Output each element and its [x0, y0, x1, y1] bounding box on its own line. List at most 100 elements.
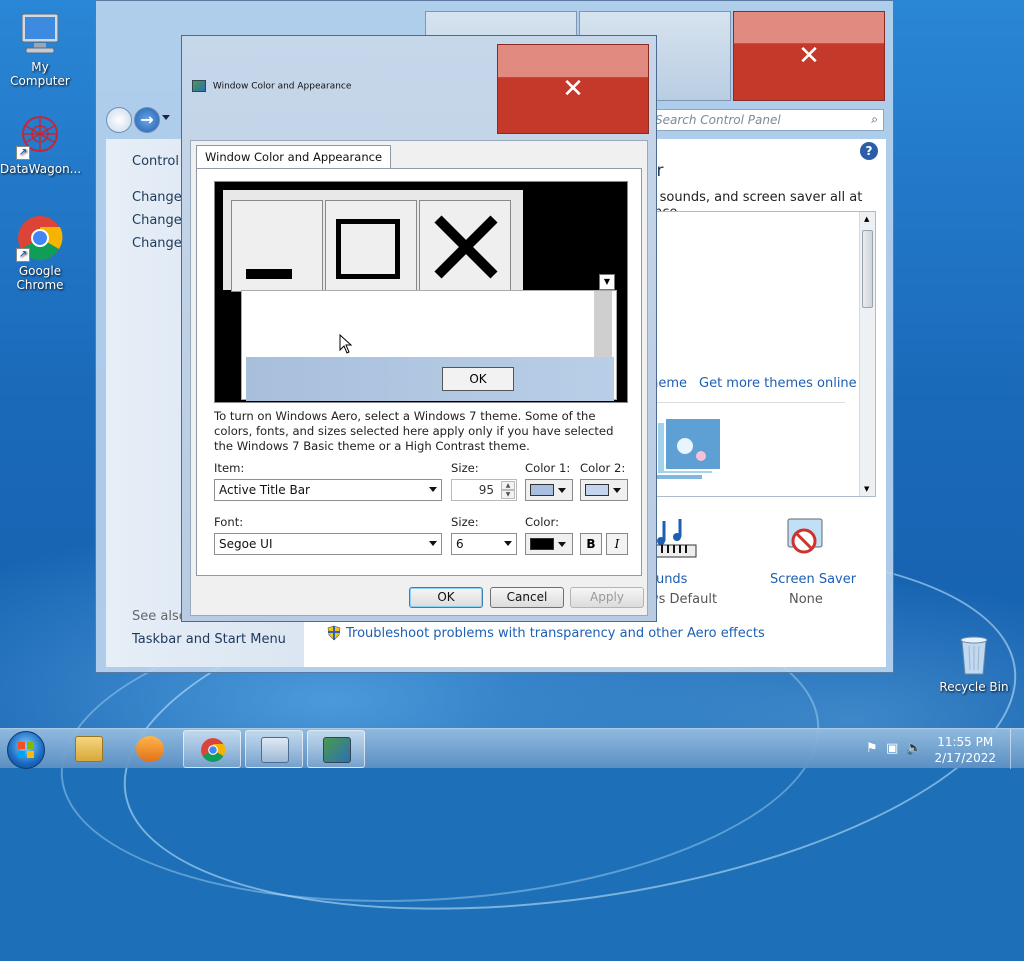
- taskbar-start-menu-link[interactable]: Taskbar and Start Menu: [132, 632, 286, 647]
- network-icon[interactable]: ▣: [886, 741, 898, 756]
- help-icon[interactable]: ?: [860, 142, 878, 160]
- font-select[interactable]: Segoe UI: [214, 533, 442, 555]
- chrome-icon: ↗: [16, 214, 64, 262]
- scroll-up-icon[interactable]: ▲: [864, 215, 869, 223]
- forward-button[interactable]: →: [134, 107, 160, 133]
- sounds-icon[interactable]: [655, 515, 700, 559]
- ok-button[interactable]: OK: [409, 587, 483, 608]
- datawagon-icon: ↗: [16, 112, 64, 160]
- preview-maximize-button[interactable]: [325, 200, 417, 292]
- display-settings-icon: [192, 80, 206, 92]
- my-computer-label: My Computer: [10, 60, 70, 88]
- clock[interactable]: 11:55 PM 2/17/2022: [934, 734, 996, 766]
- forward-arrow-icon: →: [140, 110, 154, 129]
- back-button[interactable]: [106, 107, 132, 133]
- theme-list-scrollbar[interactable]: ▲ ▼: [859, 212, 875, 496]
- screen-saver-icon[interactable]: [782, 515, 830, 563]
- cancel-button[interactable]: Cancel: [490, 587, 564, 608]
- font-size-select[interactable]: 6: [451, 533, 517, 555]
- maximize-icon: [336, 219, 400, 279]
- troubleshoot-aero-link[interactable]: Troubleshoot problems with transparency …: [346, 626, 765, 641]
- taskbar-explorer-button[interactable]: [60, 730, 118, 768]
- search-input[interactable]: Search Control Panel ⌕: [648, 109, 884, 131]
- preview-dropdown-icon: ▼: [599, 274, 615, 290]
- recent-pages-dropdown-icon[interactable]: [162, 115, 170, 120]
- volume-icon[interactable]: 🔈: [906, 741, 922, 756]
- chevron-down-icon: [613, 488, 621, 493]
- font-value: Segoe UI: [219, 537, 273, 551]
- font-label: Font:: [214, 515, 244, 529]
- spin-up-icon[interactable]: ▲: [501, 481, 515, 490]
- get-more-themes-link[interactable]: Get more themes online: [699, 376, 857, 391]
- computer-icon: [16, 10, 64, 58]
- preview-ok-button[interactable]: OK: [442, 367, 514, 391]
- shield-icon: [326, 625, 342, 641]
- system-tray: ⚑ ▣ 🔈 11:55 PM 2/17/2022: [854, 729, 1024, 769]
- google-chrome-label: Google Chrome: [16, 264, 64, 292]
- color2-picker[interactable]: [580, 479, 628, 501]
- chevron-down-icon: [504, 541, 512, 546]
- spin-down-icon[interactable]: ▼: [501, 490, 515, 499]
- search-icon[interactable]: ⌕: [871, 112, 878, 127]
- item-label: Item:: [214, 461, 245, 475]
- clock-time: 11:55 PM: [937, 735, 994, 749]
- google-chrome-desktop-icon[interactable]: ↗ Google Chrome: [0, 214, 80, 292]
- font-size-label: Size:: [451, 515, 479, 529]
- color2-label: Color 2:: [580, 461, 626, 475]
- control-panel-icon: [261, 737, 289, 763]
- theme-list[interactable]: ▲ ▼ theme Get more themes online: [644, 211, 876, 497]
- theme-thumbnail[interactable]: [645, 416, 725, 492]
- size-spinner[interactable]: 95 ▲ ▼: [451, 479, 517, 501]
- clock-date: 2/17/2022: [934, 751, 996, 765]
- dialog-title: Window Color and Appearance: [192, 80, 351, 92]
- chevron-down-icon: [429, 541, 437, 546]
- scroll-down-icon[interactable]: ▼: [864, 485, 869, 493]
- size-value: 95: [478, 483, 494, 497]
- preview-window[interactable]: OK: [241, 290, 617, 401]
- preview-message-box[interactable]: OK: [246, 357, 614, 401]
- sounds-value: ws Default: [648, 592, 718, 607]
- datawagon-desktop-icon[interactable]: ↗ DataWagon...: [0, 112, 81, 176]
- chevron-down-icon: [429, 487, 437, 492]
- divider: [645, 402, 845, 403]
- preview-minimize-button[interactable]: [231, 200, 323, 292]
- recycle-bin-label: Recycle Bin: [939, 680, 1009, 694]
- media-player-icon: [136, 736, 164, 762]
- shortcut-arrow-icon: ↗: [16, 146, 30, 160]
- bold-button[interactable]: B: [580, 533, 602, 555]
- my-computer-desktop-icon[interactable]: My Computer: [0, 10, 80, 88]
- show-desktop-button[interactable]: [1010, 729, 1024, 769]
- apply-button[interactable]: Apply: [570, 587, 644, 608]
- dialog-close-button[interactable]: ✕: [497, 44, 649, 134]
- italic-button[interactable]: I: [606, 533, 628, 555]
- preview-close-button[interactable]: [419, 200, 511, 292]
- taskbar: ⚑ ▣ 🔈 11:55 PM 2/17/2022: [0, 728, 1024, 769]
- action-center-icon[interactable]: ⚑: [866, 741, 878, 756]
- see-also-heading: See also: [132, 609, 187, 624]
- taskbar-chrome-button[interactable]: [183, 730, 241, 768]
- screen-saver-link[interactable]: Screen Saver: [770, 572, 856, 587]
- appearance-preview[interactable]: ▼ OK: [214, 181, 628, 403]
- minimize-icon: [246, 269, 292, 279]
- recycle-bin-desktop-icon[interactable]: Recycle Bin: [934, 630, 1014, 694]
- font-color-swatch: [530, 538, 554, 550]
- close-button[interactable]: ✕: [733, 11, 885, 101]
- preview-scrollbar: [594, 291, 612, 357]
- search-placeholder: Search Control Panel: [655, 113, 781, 127]
- taskbar-media-player-button[interactable]: [121, 730, 179, 768]
- font-color-picker[interactable]: [525, 533, 573, 555]
- color1-picker[interactable]: [525, 479, 573, 501]
- scrollbar-thumb[interactable]: [862, 230, 873, 308]
- chrome-icon: [201, 738, 226, 762]
- taskbar-display-settings-button[interactable]: [307, 730, 365, 768]
- item-select[interactable]: Active Title Bar: [214, 479, 442, 501]
- item-value: Active Title Bar: [219, 483, 310, 497]
- start-button[interactable]: [7, 731, 45, 769]
- close-icon: ✕: [562, 74, 584, 104]
- tab-window-color-appearance[interactable]: Window Color and Appearance: [196, 145, 392, 169]
- color1-swatch: [530, 484, 554, 496]
- size-label: Size:: [451, 461, 479, 475]
- chevron-down-icon: [558, 488, 566, 493]
- display-settings-icon: [323, 737, 351, 763]
- taskbar-control-panel-button[interactable]: [245, 730, 303, 768]
